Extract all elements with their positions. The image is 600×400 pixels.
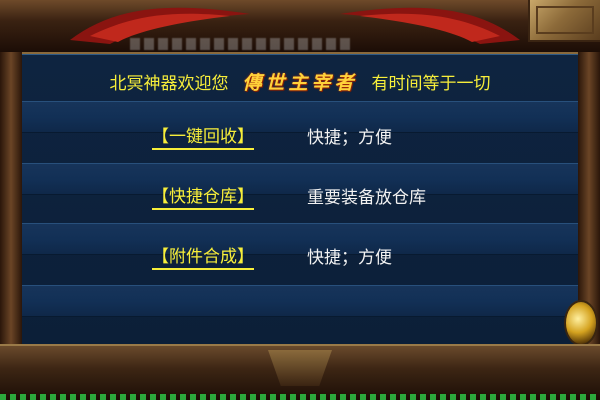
welcome-row: 北冥神器欢迎您 傳世主宰者 有时间等于一切 (22, 63, 578, 99)
slogan-text: 有时间等于一切 (371, 73, 491, 94)
one-click-recycle-link[interactable]: 【一键回收】 (152, 127, 254, 150)
bottom-frame-ornament (0, 344, 600, 400)
divider-stripe (22, 285, 578, 317)
recycle-description: 快捷；方便 (307, 128, 392, 148)
menu-row-synthesis: 【附件合成】 快捷；方便 (22, 243, 578, 273)
corner-ornament (528, 0, 600, 42)
attachment-synthesis-link[interactable]: 【附件合成】 (152, 247, 254, 270)
quick-warehouse-link[interactable]: 【快捷仓库】 (152, 187, 254, 210)
chat-strip (0, 394, 600, 400)
top-frame-ornament (0, 0, 600, 54)
synthesis-description: 快捷；方便 (307, 248, 392, 268)
faded-title (130, 38, 350, 50)
dragon-wing-right-icon (340, 7, 520, 44)
left-pillar (0, 52, 22, 352)
dialog-panel: 北冥神器欢迎您 傳世主宰者 有时间等于一切 【一键回收】 快捷；方便 【快捷仓库… (22, 54, 578, 345)
warehouse-description: 重要装备放仓库 (307, 188, 426, 208)
brand-logo: 傳世主宰者 (242, 71, 358, 94)
bottom-center-ornament (268, 350, 332, 386)
game-dialog: 北冥神器欢迎您 傳世主宰者 有时间等于一切 【一键回收】 快捷；方便 【快捷仓库… (0, 0, 600, 400)
welcome-text: 北冥神器欢迎您 (109, 73, 229, 94)
gem-orb-icon (564, 300, 598, 346)
menu-row-warehouse: 【快捷仓库】 重要装备放仓库 (22, 183, 578, 213)
menu-row-recycle: 【一键回收】 快捷；方便 (22, 123, 578, 153)
